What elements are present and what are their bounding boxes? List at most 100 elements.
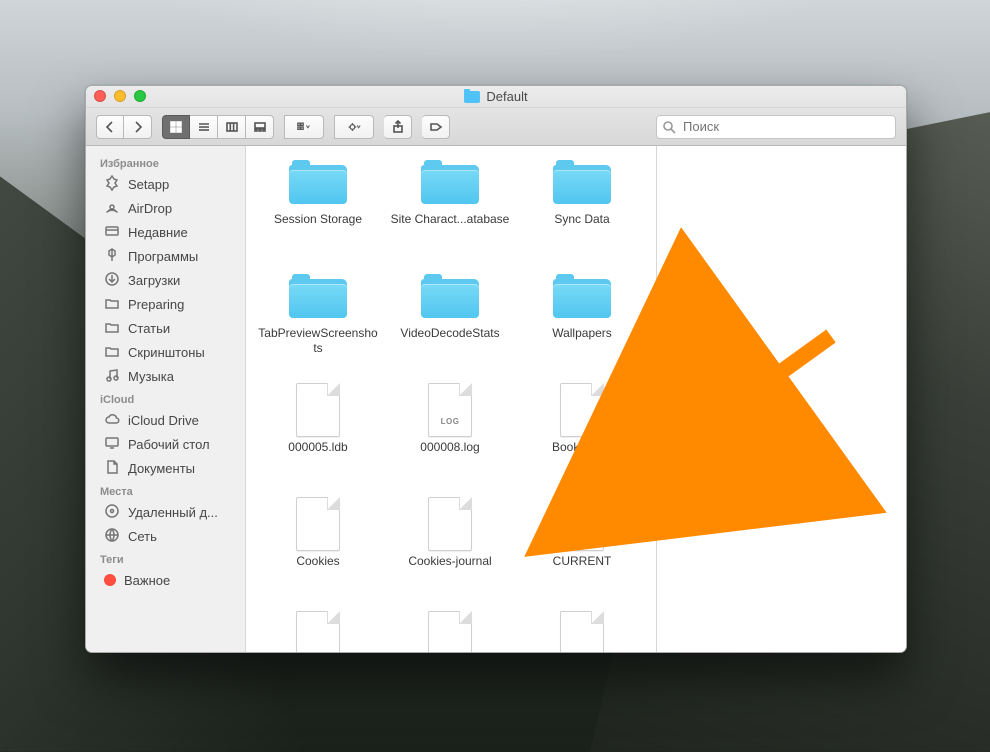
setapp-icon <box>104 175 120 194</box>
folder-icon <box>289 158 347 206</box>
sidebar-item[interactable]: Сеть <box>86 524 245 548</box>
sidebar-item-label: Preparing <box>128 297 184 312</box>
recents-icon <box>104 223 120 242</box>
view-buttons <box>162 115 274 139</box>
minimize-button[interactable] <box>114 90 126 102</box>
sidebar: Избранное Setapp AirDrop НедавниеПрограммыЗ… <box>86 146 246 652</box>
folder-icon <box>464 91 480 103</box>
file-item[interactable]: Cookies <box>252 494 384 608</box>
sidebar-item-label: AirDrop <box>128 201 172 216</box>
sidebar-item[interactable]: Загрузки <box>86 268 245 292</box>
folder-icon <box>553 272 611 320</box>
item-name: TabPreviewScreenshots <box>258 326 378 356</box>
sidebar-item[interactable]: Документы <box>86 456 245 480</box>
sidebar-item[interactable]: Удаленный д... <box>86 500 245 524</box>
close-button[interactable] <box>94 90 106 102</box>
folder-icon <box>104 319 120 338</box>
sidebar-item[interactable]: Программы <box>86 244 245 268</box>
file-icon <box>421 500 479 548</box>
desktop-icon <box>104 435 120 454</box>
gallery-view-button[interactable] <box>246 115 274 139</box>
file-icon <box>289 500 347 548</box>
sidebar-item[interactable]: Setapp <box>86 172 245 196</box>
folder-icon <box>553 158 611 206</box>
sidebar-item[interactable]: Недавние <box>86 220 245 244</box>
folder-icon <box>421 272 479 320</box>
group-button[interactable] <box>284 115 324 139</box>
file-icon <box>289 386 347 434</box>
file-icon <box>553 614 611 652</box>
file-item[interactable]: 000005.ldb <box>252 380 384 494</box>
sidebar-item-label: Важное <box>124 573 170 588</box>
folder-item[interactable]: Site Charact...atabase <box>384 152 516 266</box>
folder-icon <box>289 272 347 320</box>
search-icon <box>662 120 676 134</box>
disk-icon <box>104 503 120 522</box>
sidebar-item-label: Рабочий стол <box>128 437 210 452</box>
network-icon <box>104 527 120 546</box>
file-item[interactable]: CURRENT <box>516 494 648 608</box>
window-title-text: Default <box>486 89 527 104</box>
sidebar-item-label: Удаленный д... <box>128 505 218 520</box>
item-name: Cookies <box>296 554 339 569</box>
search-field <box>656 115 896 139</box>
sidebar-item[interactable]: Рабочий стол <box>86 432 245 456</box>
folder-item[interactable]: Wallpapers <box>516 266 648 380</box>
file-item[interactable] <box>252 608 384 652</box>
list-view-button[interactable] <box>190 115 218 139</box>
item-name: VideoDecodeStats <box>400 326 499 341</box>
sidebar-item[interactable]: Скринштоны <box>86 340 245 364</box>
airdrop-icon <box>104 199 120 218</box>
file-icon: LOG <box>421 386 479 434</box>
file-item[interactable]: Cookies-journal <box>384 494 516 608</box>
folder-icon <box>104 343 120 362</box>
sidebar-item[interactable]: Preparing <box>86 292 245 316</box>
item-name: 000005.ldb <box>288 440 347 455</box>
file-item[interactable] <box>384 608 516 652</box>
tag-button[interactable] <box>422 115 450 139</box>
action-button[interactable] <box>334 115 374 139</box>
folder-item[interactable]: VideoDecodeStats <box>384 266 516 380</box>
content-area[interactable]: Session StorageSite Charact...atabase Syn… <box>246 146 906 652</box>
forward-button[interactable] <box>124 115 152 139</box>
item-name: Sync Data <box>554 212 609 227</box>
sidebar-item[interactable]: AirDrop <box>86 196 245 220</box>
file-icon <box>289 614 347 652</box>
sidebar-item[interactable]: iCloud Drive <box>86 408 245 432</box>
sidebar-section-header: Теги <box>86 548 245 568</box>
sidebar-item[interactable]: Статьи <box>86 316 245 340</box>
sidebar-section-header: Избранное <box>86 152 245 172</box>
item-name: CURRENT <box>553 554 612 569</box>
titlebar[interactable]: Default <box>86 86 906 108</box>
folder-icon <box>421 158 479 206</box>
sidebar-item-label: iCloud Drive <box>128 413 199 428</box>
file-icon <box>421 614 479 652</box>
folder-item[interactable]: Session Storage <box>252 152 384 266</box>
sidebar-item[interactable]: Музыка <box>86 364 245 388</box>
folder-item[interactable]: TabPreviewScreenshots <box>252 266 384 380</box>
file-item[interactable]: LOG000008.log <box>384 380 516 494</box>
apps-icon <box>104 247 120 266</box>
nav-buttons <box>96 115 152 139</box>
sidebar-item-label: Музыка <box>128 369 174 384</box>
sidebar-item-label: Документы <box>128 461 195 476</box>
sidebar-item-label: Setapp <box>128 177 169 192</box>
file-icon <box>553 500 611 548</box>
back-button[interactable] <box>96 115 124 139</box>
file-item[interactable] <box>516 608 648 652</box>
search-input[interactable] <box>656 115 896 139</box>
column-view-button[interactable] <box>218 115 246 139</box>
item-name: Wallpapers <box>552 326 612 341</box>
preview-pane <box>656 146 906 652</box>
icon-view-button[interactable] <box>162 115 190 139</box>
window-title: Default <box>464 89 527 104</box>
sidebar-item[interactable]: Важное <box>86 568 245 592</box>
share-button[interactable] <box>384 115 412 139</box>
file-badge: LOG <box>429 417 471 426</box>
group-button-group <box>284 115 324 139</box>
folder-item[interactable]: Sync Data <box>516 152 648 266</box>
file-item[interactable]: Bookmarks <box>516 380 648 494</box>
item-name: Cookies-journal <box>408 554 491 569</box>
maximize-button[interactable] <box>134 90 146 102</box>
documents-icon <box>104 459 120 478</box>
